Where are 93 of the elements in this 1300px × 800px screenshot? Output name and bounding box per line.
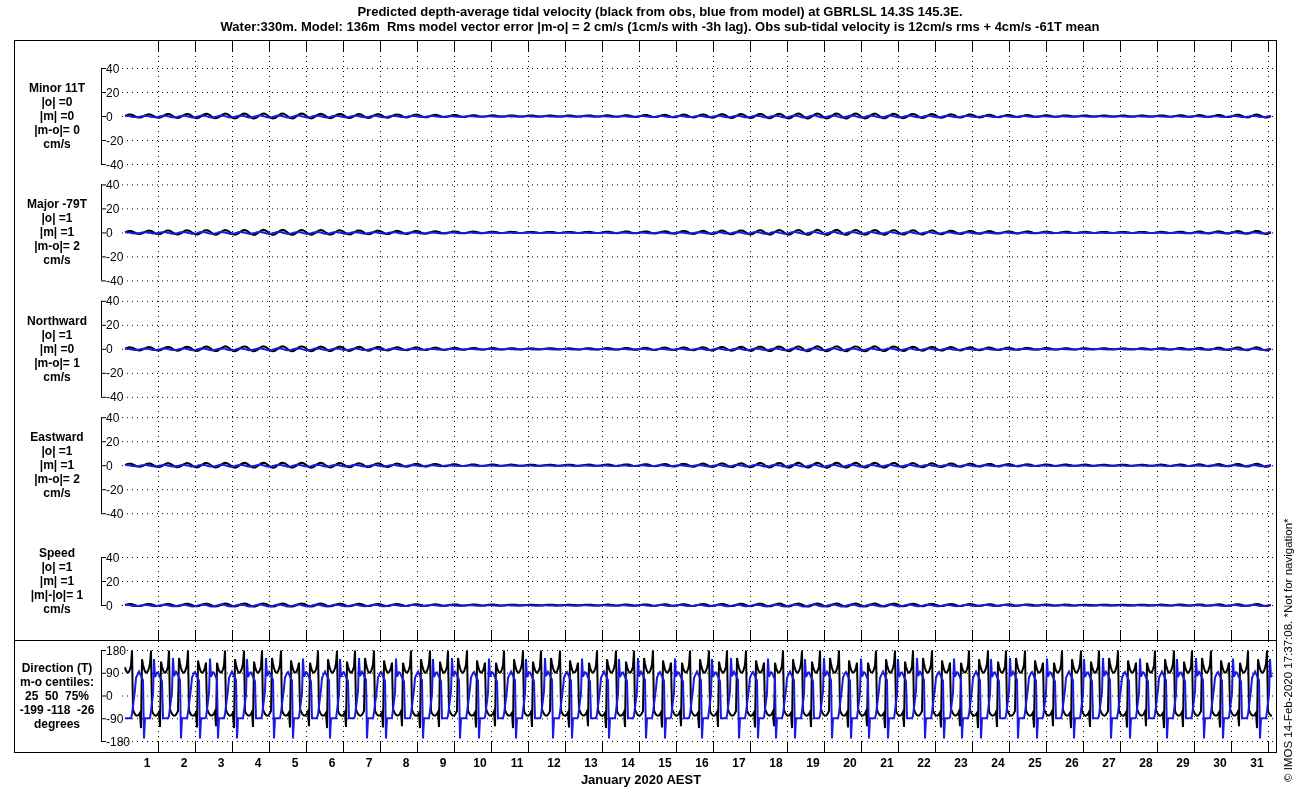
- panel-label: 25 50 75%: [24, 688, 90, 703]
- axis-tick-label: 29: [1176, 756, 1190, 770]
- chart-title: Water:330m. Model: 136m Rms model vector error |m-o| = 2 cm/s (1cm/s with -3h lag). Obs sub-tidal velocity is 12cm/s rms + 4cm/s -61T mean: [220, 19, 1100, 34]
- axis-tick-label: 19: [806, 756, 820, 770]
- axis-tick-label: -20: [106, 482, 124, 497]
- axis-tick-label: 20: [106, 318, 120, 333]
- axis-tick-label: 3: [217, 756, 225, 770]
- axis-tick-label: 4: [254, 756, 262, 770]
- axis-tick-label: 8: [402, 756, 410, 770]
- axis-tick-label: 0: [106, 598, 113, 613]
- axis-tick-label: 20: [106, 85, 120, 100]
- panel-label: |m|-|o|= 1: [30, 588, 84, 602]
- panel-label: Direction (T): [21, 660, 93, 675]
- axis-tick-label: 26: [1065, 756, 1079, 770]
- panel-label: Eastward: [30, 430, 84, 445]
- axis-tick-label: 9: [439, 756, 447, 770]
- axis-tick-label: -40: [106, 390, 124, 405]
- axis-tick-label: 25: [1028, 756, 1042, 770]
- axis-tick-label: 28: [1139, 756, 1153, 770]
- axis-tick-label: 15: [658, 756, 672, 770]
- axis-tick-label: 40: [106, 61, 120, 76]
- axis-tick-label: 21: [880, 756, 894, 770]
- axis-tick-label: -90: [106, 711, 124, 726]
- panel-label: |o| =1: [41, 211, 73, 226]
- panel-label: cm/s: [43, 602, 71, 616]
- axis-tick-label: 31: [1250, 756, 1264, 770]
- axis-tick-label: 6: [328, 756, 336, 770]
- axis-tick-label: 0: [106, 109, 113, 124]
- axis-tick-label: 18: [769, 756, 783, 770]
- axis-tick-label: 90: [106, 666, 120, 681]
- axis-tick-label: -180: [106, 734, 131, 749]
- axis-tick-label: 5: [291, 756, 299, 770]
- axis-tick-label: 16: [695, 756, 709, 770]
- axis-tick-label: -20: [106, 133, 124, 148]
- axis-tick-label: 14: [621, 756, 635, 770]
- panel-label: |m| =0: [39, 341, 75, 356]
- axis-tick-label: 20: [106, 574, 120, 589]
- axis-tick-label: 40: [106, 177, 120, 192]
- panel-label: -199 -118 -26: [19, 702, 95, 717]
- axis-tick-label: 0: [106, 342, 113, 357]
- x-axis-title: January 2020 AEST: [580, 772, 702, 787]
- axis-tick-label: 0: [106, 458, 113, 473]
- axis-tick-label: 24: [991, 756, 1005, 770]
- panel-label: Major -79T: [27, 197, 87, 212]
- axis-tick-label: 20: [106, 201, 120, 216]
- axis-tick-label: 40: [106, 410, 120, 425]
- axis-tick-label: 12: [547, 756, 561, 770]
- panel-label: |m| =1: [39, 458, 75, 473]
- axis-tick-label: 1: [143, 756, 151, 770]
- axis-tick-label: 13: [584, 756, 598, 770]
- axis-tick-label: 22: [917, 756, 931, 770]
- panel-label: |o| =0: [41, 95, 73, 109]
- panel-label: |m-o|= 2: [34, 239, 80, 254]
- panel-label: Northward: [27, 313, 87, 328]
- panel-label: |m| =1: [39, 574, 75, 588]
- axis-tick-label: 40: [106, 294, 120, 309]
- axis-tick-label: -40: [106, 157, 124, 172]
- panel-label: Minor 11T: [29, 81, 85, 95]
- axis-tick-label: 7: [365, 756, 373, 770]
- axis-tick-label: 23: [954, 756, 968, 770]
- axis-tick-label: 17: [732, 756, 746, 770]
- panel-label: |m-o|= 2: [34, 472, 80, 487]
- panel-label: |o| =1: [41, 560, 73, 574]
- axis-tick-label: -20: [106, 249, 124, 264]
- panel-label: Speed: [39, 546, 75, 560]
- axis-tick-label: 0: [106, 689, 113, 703]
- panel-label: cm/s: [43, 137, 71, 151]
- panel-label: degrees: [34, 716, 80, 731]
- axis-tick-label: 20: [843, 756, 857, 770]
- axis-tick-label: -40: [106, 273, 124, 288]
- panel-label: |m-o|= 1: [34, 355, 80, 370]
- axis-tick-label: 27: [1102, 756, 1116, 770]
- panel-label: cm/s: [43, 486, 71, 501]
- panel-label: |m-o|= 0: [34, 123, 80, 137]
- panel-label: |o| =1: [41, 327, 73, 342]
- axis-tick-label: -20: [106, 366, 124, 381]
- axis-tick-label: 20: [106, 434, 120, 449]
- panel-label: m-o centiles:: [20, 674, 94, 689]
- axis-tick-label: -40: [106, 506, 124, 521]
- axis-tick-label: 0: [106, 225, 113, 240]
- axis-tick-label: 2: [180, 756, 188, 770]
- axis-tick-label: 11: [510, 756, 524, 770]
- copyright-note: © IMOS 14-Feb-2020 17:37:08. *Not for navigation*: [1282, 518, 1294, 782]
- panel-label: |m| =1: [39, 225, 75, 240]
- panel-label: cm/s: [43, 369, 71, 384]
- panel-label: |o| =1: [41, 444, 73, 459]
- axis-tick-label: 40: [106, 550, 120, 565]
- chart-title: Predicted depth-average tidal velocity (black from obs, blue from model) at GBRLSL 14.3S 145.3E.: [357, 4, 963, 19]
- axis-tick-label: 10: [473, 756, 487, 770]
- axis-tick-label: 180: [106, 643, 127, 658]
- panel-label: |m| =0: [39, 109, 75, 123]
- panel-label: cm/s: [43, 253, 71, 268]
- axis-tick-label: 30: [1213, 756, 1227, 770]
